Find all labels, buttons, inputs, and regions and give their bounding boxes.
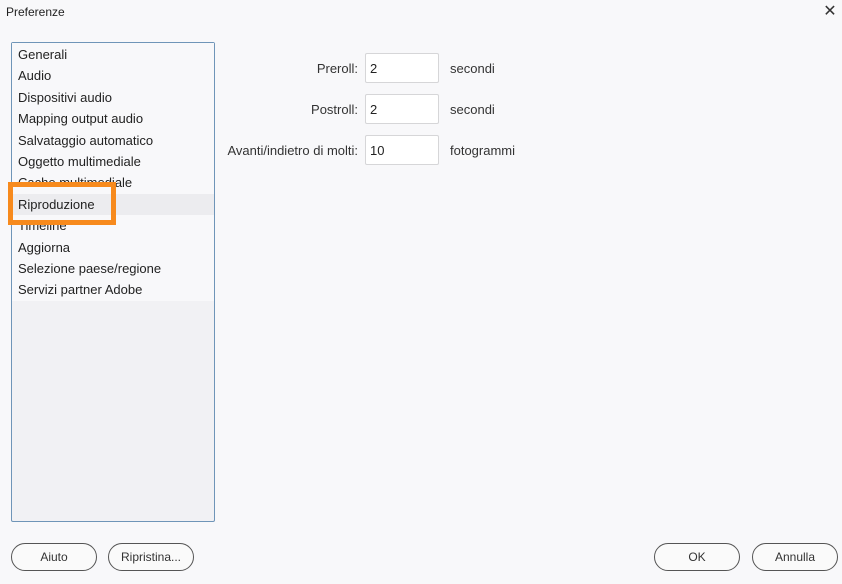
multi-frame-unit: fotogrammi (450, 142, 516, 158)
sidebar-item-servizi-partner[interactable]: Servizi partner Adobe (12, 279, 214, 300)
window-title: Preferenze (6, 5, 65, 19)
preroll-label: Preroll: (316, 60, 358, 76)
preroll-input[interactable] (365, 53, 439, 83)
preferences-category-list[interactable]: Generali Audio Dispositivi audio Mapping… (11, 42, 215, 522)
preroll-row: Preroll: secondi (220, 53, 495, 83)
postroll-row: Postroll: secondi (220, 94, 495, 124)
sidebar-item-audio[interactable]: Audio (12, 65, 214, 86)
ok-button[interactable]: OK (654, 543, 740, 571)
sidebar-item-oggetto-multimediale[interactable]: Oggetto multimediale (12, 151, 214, 172)
sidebar-item-generali[interactable]: Generali (12, 44, 214, 65)
sidebar-item-dispositivi-audio[interactable]: Dispositivi audio (12, 87, 214, 108)
preroll-unit: secondi (450, 60, 495, 76)
sidebar-item-salvataggio-automatico[interactable]: Salvataggio automatico (12, 130, 214, 151)
postroll-unit: secondi (450, 101, 495, 117)
postroll-input[interactable] (365, 94, 439, 124)
sidebar-item-timeline[interactable]: Timeline (12, 215, 214, 236)
sidebar-item-mapping-output-audio[interactable]: Mapping output audio (12, 108, 214, 129)
sidebar-item-selezione-paese[interactable]: Selezione paese/regione (12, 258, 214, 279)
sidebar-item-aggiorna[interactable]: Aggiorna (12, 237, 214, 258)
sidebar-item-cache-multimediale[interactable]: Cache multimediale (12, 172, 214, 193)
reset-button[interactable]: Ripristina... (108, 543, 194, 571)
multi-frame-row: Avanti/indietro di molti: fotogrammi (220, 135, 515, 165)
close-icon[interactable]: ✕ (820, 1, 840, 21)
sidebar-item-riproduzione[interactable]: Riproduzione (12, 193, 214, 216)
cancel-button[interactable]: Annulla (752, 543, 838, 571)
postroll-label: Postroll: (311, 101, 358, 117)
multi-frame-label: Avanti/indietro di molti: (227, 142, 358, 158)
help-button[interactable]: Aiuto (11, 543, 97, 571)
multi-frame-input[interactable] (365, 135, 439, 165)
